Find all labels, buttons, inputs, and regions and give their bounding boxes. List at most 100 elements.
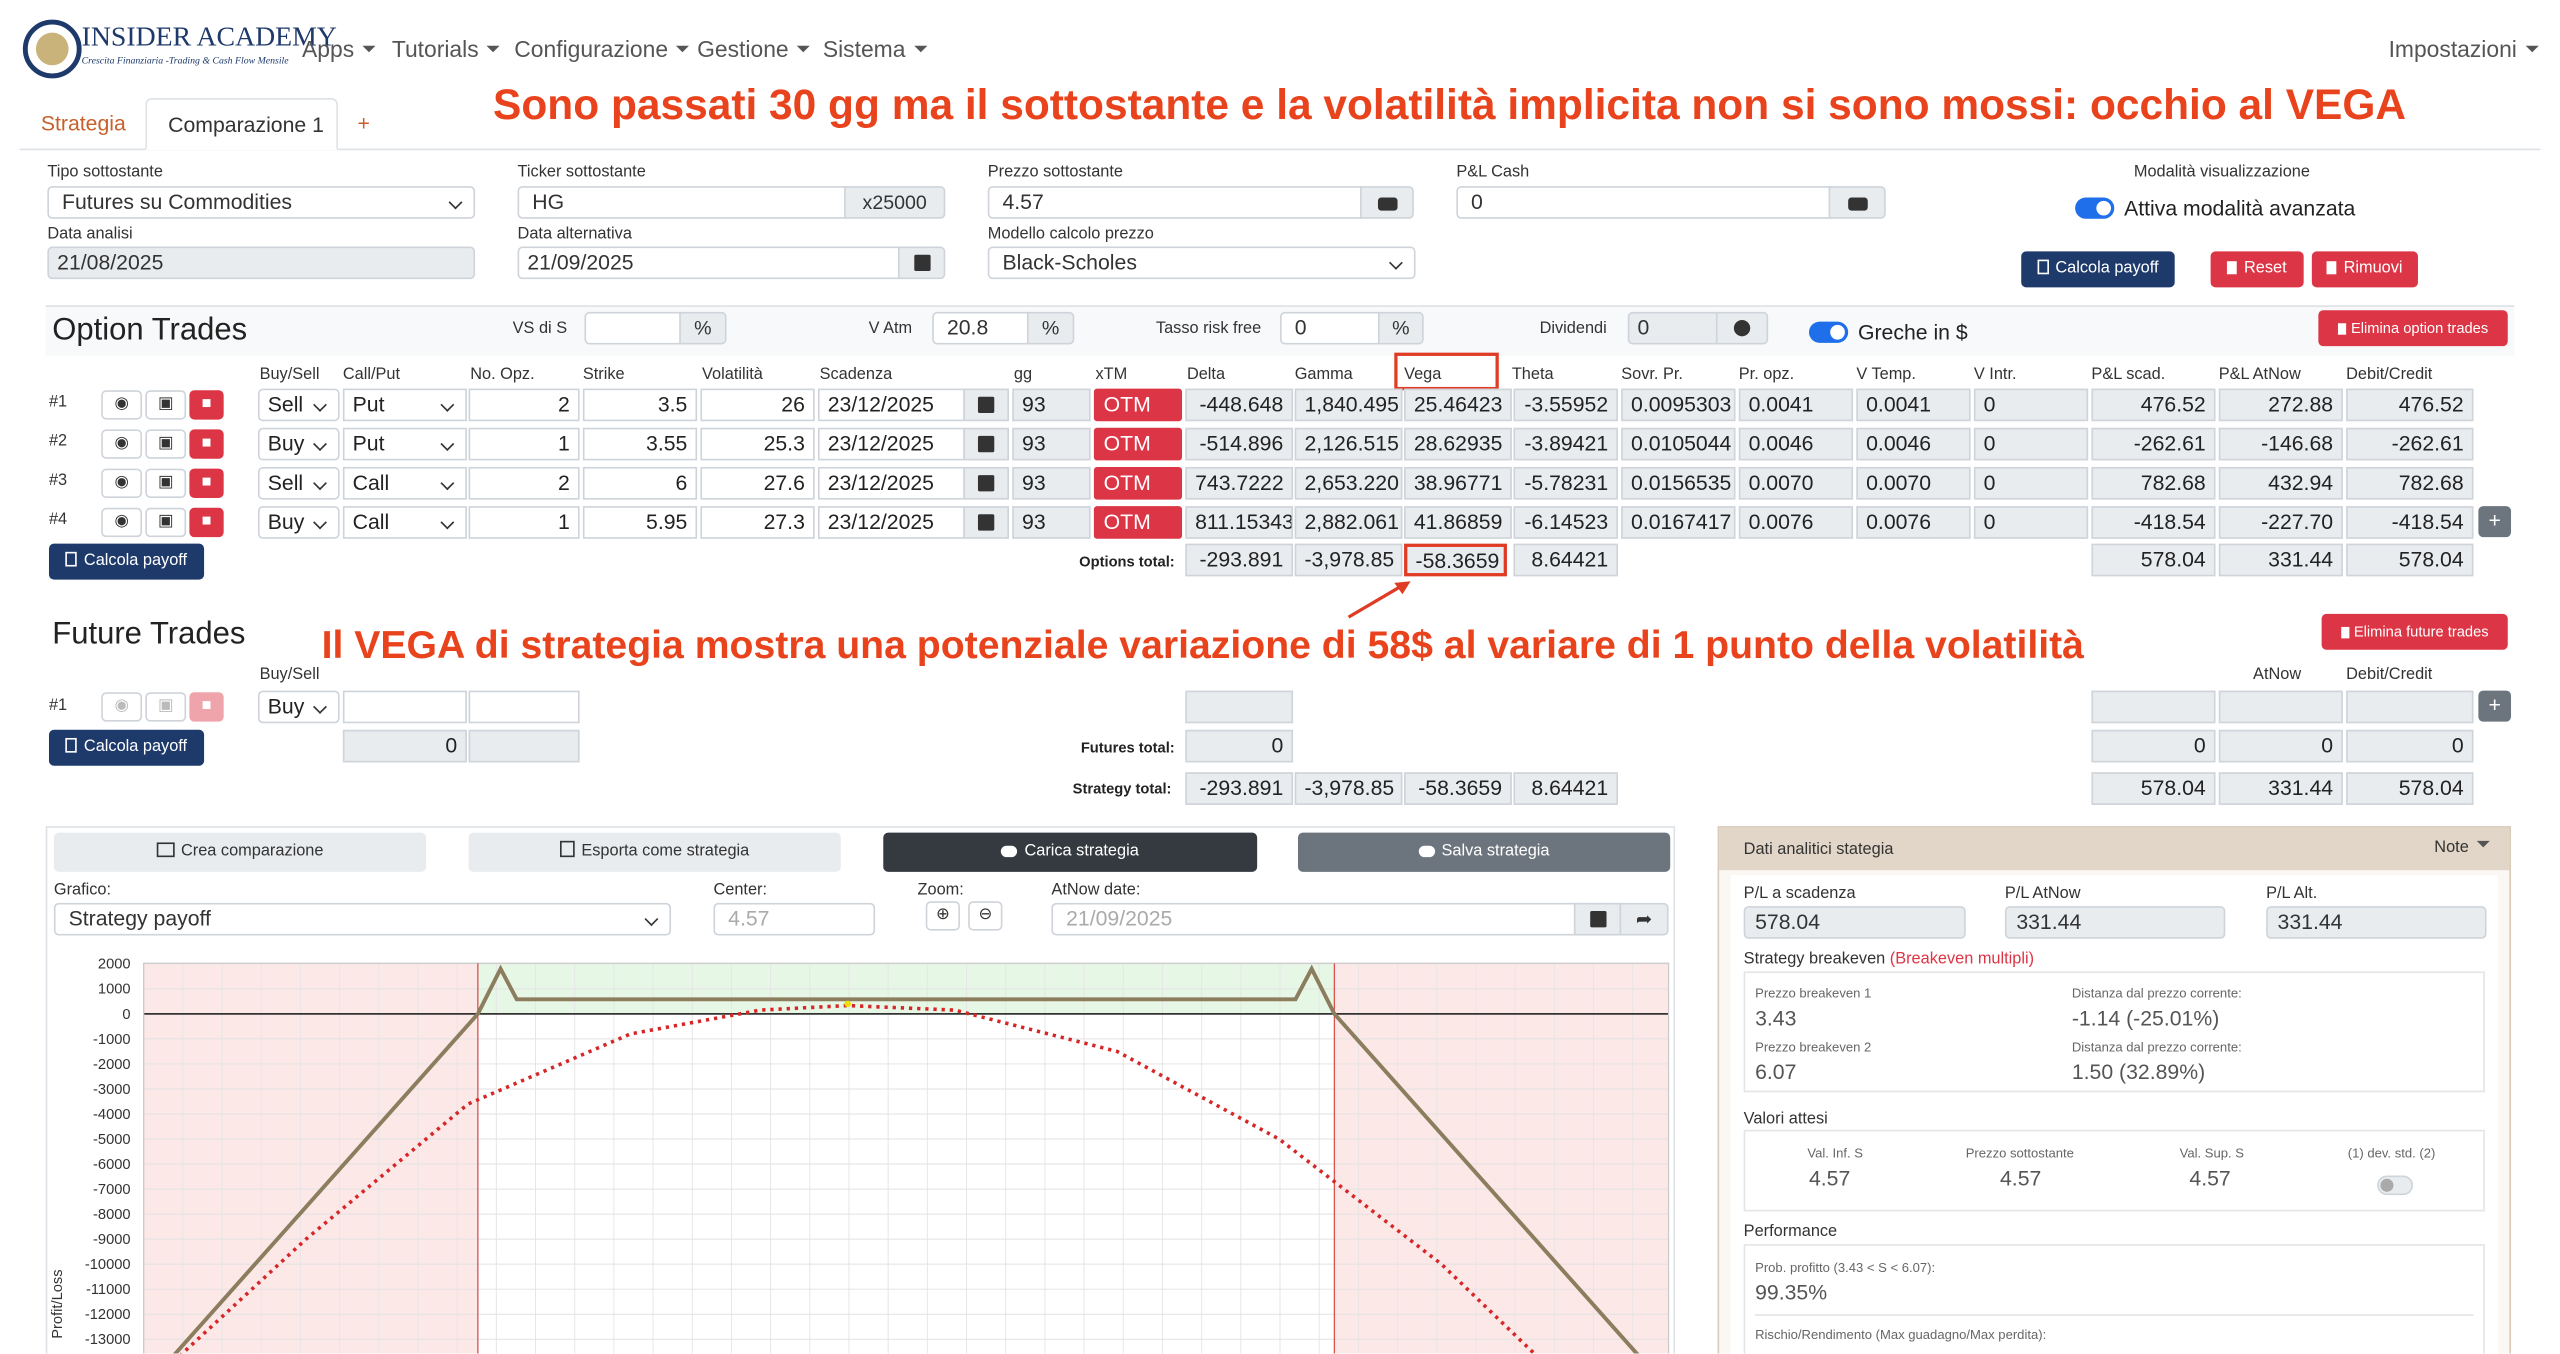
atnow-date-input[interactable]: 21/09/2025 xyxy=(1051,902,1578,936)
dividendi-chart-button[interactable] xyxy=(1715,311,1769,345)
brand-logo[interactable] xyxy=(22,19,82,79)
option-scadenza-input[interactable]: 23/12/2025 xyxy=(817,466,965,500)
note-dropdown[interactable]: Note xyxy=(2434,839,2490,857)
elimina-future-trades-button[interactable]: Elimina future trades xyxy=(2321,613,2508,650)
future-delete-button[interactable]: ■ xyxy=(189,692,224,722)
data-alternativa-calendar-button[interactable] xyxy=(897,246,946,280)
elimina-option-trades-button[interactable]: Elimina option trades xyxy=(2318,310,2508,347)
future-cart-button[interactable]: ▣ xyxy=(145,692,187,722)
center-input[interactable]: 4.57 xyxy=(713,902,876,936)
option-scadenza-input[interactable]: 23/12/2025 xyxy=(817,427,965,461)
option-qty-input[interactable]: 1 xyxy=(468,506,580,539)
calcola-payoff-futures-button[interactable]: Calcola payoff xyxy=(48,729,205,766)
rimuovi-button[interactable]: Rimuovi xyxy=(2311,251,2418,288)
prezzo-sottostante-input[interactable]: 4.57 xyxy=(987,186,1364,219)
crea-comparazione-button[interactable]: Crea comparazione xyxy=(53,832,427,872)
pl-cash-camera-button[interactable] xyxy=(1828,186,1886,219)
zoom-out-button[interactable]: ⊖ xyxy=(968,901,1003,931)
option-buysell-select[interactable]: Buy xyxy=(257,427,340,461)
option-strike-input[interactable]: 3.55 xyxy=(582,427,698,461)
reset-button[interactable]: Reset xyxy=(2210,251,2304,288)
future-price-input[interactable] xyxy=(468,690,580,724)
option-callput-select[interactable]: Call xyxy=(342,466,467,500)
advanced-mode-toggle[interactable] xyxy=(2075,197,2115,219)
vatm-input[interactable]: 20.8 xyxy=(932,311,1031,345)
menu-tutorials[interactable]: Tutorials xyxy=(392,36,500,62)
tab-comparazione-1[interactable]: Comparazione 1 xyxy=(145,97,338,151)
zoom-in-button[interactable]: ⊕ xyxy=(925,901,960,931)
grafico-select[interactable]: Strategy payoff xyxy=(53,902,672,936)
option-xtm-badge: OTM xyxy=(1093,466,1183,500)
option-buysell-select[interactable]: Sell xyxy=(257,466,340,500)
option-callput-select[interactable]: Put xyxy=(342,427,467,461)
add-option-row-button[interactable]: + xyxy=(2478,506,2512,538)
option-view-button[interactable]: ◉ xyxy=(101,507,143,538)
option-delete-button[interactable]: ■ xyxy=(189,429,224,459)
add-tab-button[interactable]: + xyxy=(358,111,370,135)
future-buysell-select[interactable]: Buy xyxy=(257,690,340,724)
option-cart-button[interactable]: ▣ xyxy=(145,468,187,498)
carica-strategia-button[interactable]: Carica strategia xyxy=(883,832,1258,872)
data-alternativa-input[interactable]: 21/09/2025 xyxy=(517,246,902,280)
tab-strategia[interactable]: Strategia xyxy=(41,111,126,135)
menu-sistema[interactable]: Sistema xyxy=(823,36,927,62)
option-calendar-button[interactable] xyxy=(963,427,1009,461)
option-strike-input[interactable]: 3.5 xyxy=(582,388,698,422)
pl-alt-label: P/L Alt. xyxy=(2266,884,2318,903)
modello-select[interactable]: Black-Scholes xyxy=(987,246,1416,280)
option-strike-input[interactable]: 5.95 xyxy=(582,506,698,539)
option-scadenza-input[interactable]: 23/12/2025 xyxy=(817,388,965,422)
tipo-sottostante-select[interactable]: Futures su Commodities xyxy=(47,186,476,219)
option-view-button[interactable]: ◉ xyxy=(101,429,143,459)
atnow-calendar-button[interactable] xyxy=(1573,902,1622,936)
pl-cash-input[interactable]: 0 xyxy=(1456,186,1832,219)
risk-free-input[interactable]: 0 xyxy=(1280,311,1382,345)
option-delete-button[interactable]: ■ xyxy=(189,507,224,538)
data-alternativa-label: Data alternativa xyxy=(517,225,632,244)
calcola-payoff-top-button[interactable]: Calcola payoff xyxy=(2021,251,2175,288)
option-qty-input[interactable]: 2 xyxy=(468,388,580,422)
prezzo-camera-button[interactable] xyxy=(1360,186,1414,219)
option-delete-button[interactable]: ■ xyxy=(189,390,224,420)
data-analisi-input[interactable]: 21/08/2025 xyxy=(47,246,476,280)
future-view-button[interactable]: ◉ xyxy=(101,692,143,722)
esporta-strategia-button[interactable]: Esporta come strategia xyxy=(468,832,841,872)
ticker-input[interactable]: HG xyxy=(517,186,848,219)
option-view-button[interactable]: ◉ xyxy=(101,390,143,420)
option-view-button[interactable]: ◉ xyxy=(101,468,143,498)
option-vol-input[interactable]: 25.3 xyxy=(700,427,815,461)
option-calendar-button[interactable] xyxy=(963,466,1009,500)
vs-input[interactable] xyxy=(584,311,683,345)
option-strike-input[interactable]: 6 xyxy=(582,466,698,500)
future-qty-input[interactable] xyxy=(342,690,467,724)
be1-dist-value: -1.14 (-25.01%) xyxy=(2071,1005,2220,1031)
option-buysell-select[interactable]: Buy xyxy=(257,506,340,539)
atnow-share-button[interactable]: ➦ xyxy=(1619,902,1669,936)
option-scadenza-input[interactable]: 23/12/2025 xyxy=(817,506,965,539)
option-vol-input[interactable]: 26 xyxy=(700,388,815,422)
option-cart-button[interactable]: ▣ xyxy=(145,390,187,420)
option-vol-input[interactable]: 27.6 xyxy=(700,466,815,500)
greche-toggle[interactable] xyxy=(1808,321,1849,343)
add-future-row-button[interactable]: + xyxy=(2478,690,2512,722)
option-cart-button[interactable]: ▣ xyxy=(145,507,187,538)
menu-gestione[interactable]: Gestione xyxy=(697,36,810,62)
menu-configurazione[interactable]: Configurazione xyxy=(514,36,689,62)
option-callput-select[interactable]: Put xyxy=(342,388,467,422)
option-calendar-button[interactable] xyxy=(963,388,1009,422)
option-buysell-select[interactable]: Sell xyxy=(257,388,340,422)
option-calendar-button[interactable] xyxy=(963,506,1009,539)
option-vol-input[interactable]: 27.3 xyxy=(700,506,815,539)
menu-impostazioni[interactable]: Impostazioni xyxy=(2389,36,2539,62)
option-callput-select[interactable]: Call xyxy=(342,506,467,539)
cloud-download-icon xyxy=(1001,845,1018,858)
option-qty-input[interactable]: 2 xyxy=(468,466,580,500)
salva-strategia-button[interactable]: Salva strategia xyxy=(1297,832,1671,872)
menu-apps[interactable]: Apps xyxy=(302,36,375,62)
dividendi-input[interactable]: 0 xyxy=(1627,311,1720,345)
option-cart-button[interactable]: ▣ xyxy=(145,429,187,459)
calcola-payoff-options-button[interactable]: Calcola payoff xyxy=(48,543,205,580)
option-delete-button[interactable]: ■ xyxy=(189,468,224,498)
option-qty-input[interactable]: 1 xyxy=(468,427,580,461)
dev-std-toggle[interactable] xyxy=(2377,1175,2414,1196)
